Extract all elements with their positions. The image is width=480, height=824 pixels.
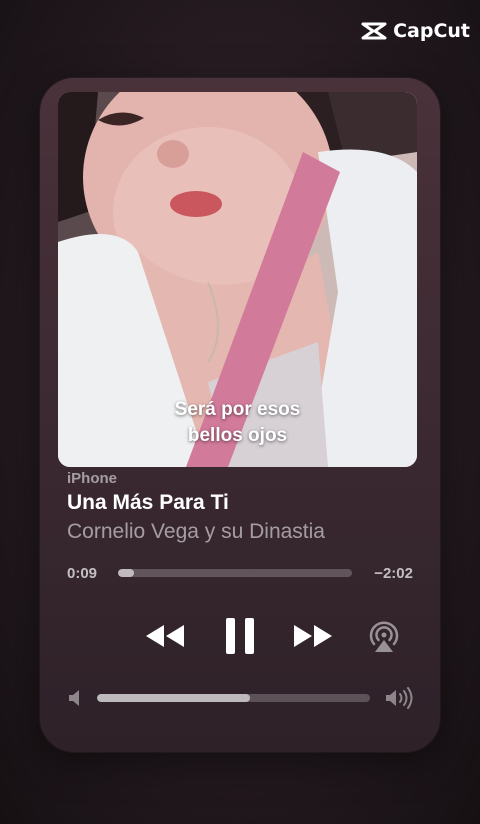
capcut-brand-text: CapCut: [393, 20, 470, 42]
pause-button[interactable]: [223, 616, 257, 661]
fast-forward-icon: [294, 625, 332, 647]
lyric-line: Será por esos: [174, 399, 301, 420]
volume-slider[interactable]: [97, 694, 370, 702]
progress-fill: [118, 569, 135, 577]
now-playing-card: Será por esos bellos ojos iPhone Una Más…: [40, 78, 440, 752]
rewind-button[interactable]: [144, 623, 186, 654]
video-artwork[interactable]: Será por esos bellos ojos: [58, 92, 417, 467]
airplay-icon: [369, 621, 399, 652]
airplay-button[interactable]: [366, 618, 402, 659]
pause-icon: [226, 618, 254, 654]
capcut-watermark: CapCut: [361, 20, 470, 42]
volume-low-indicator: [68, 689, 82, 712]
volume-fill: [97, 694, 250, 702]
progress-bar[interactable]: [118, 569, 352, 577]
volume-high-indicator: [385, 687, 413, 714]
volume-low-icon: [69, 690, 79, 706]
rewind-icon: [146, 625, 184, 647]
lyrics-overlay: Será por esos bellos ojos: [58, 397, 417, 449]
remaining-time: −2:02: [374, 565, 413, 582]
lyric-line: bellos ojos: [187, 425, 288, 446]
volume-high-icon: [386, 687, 413, 709]
artist-name[interactable]: Cornelio Vega y su Dinastia: [67, 520, 325, 544]
elapsed-time: 0:09: [67, 565, 98, 582]
song-title: Una Más Para Ti: [67, 491, 229, 514]
capcut-logo-icon: [361, 22, 387, 40]
fast-forward-button[interactable]: [292, 623, 334, 654]
source-device-label: iPhone: [67, 470, 118, 487]
